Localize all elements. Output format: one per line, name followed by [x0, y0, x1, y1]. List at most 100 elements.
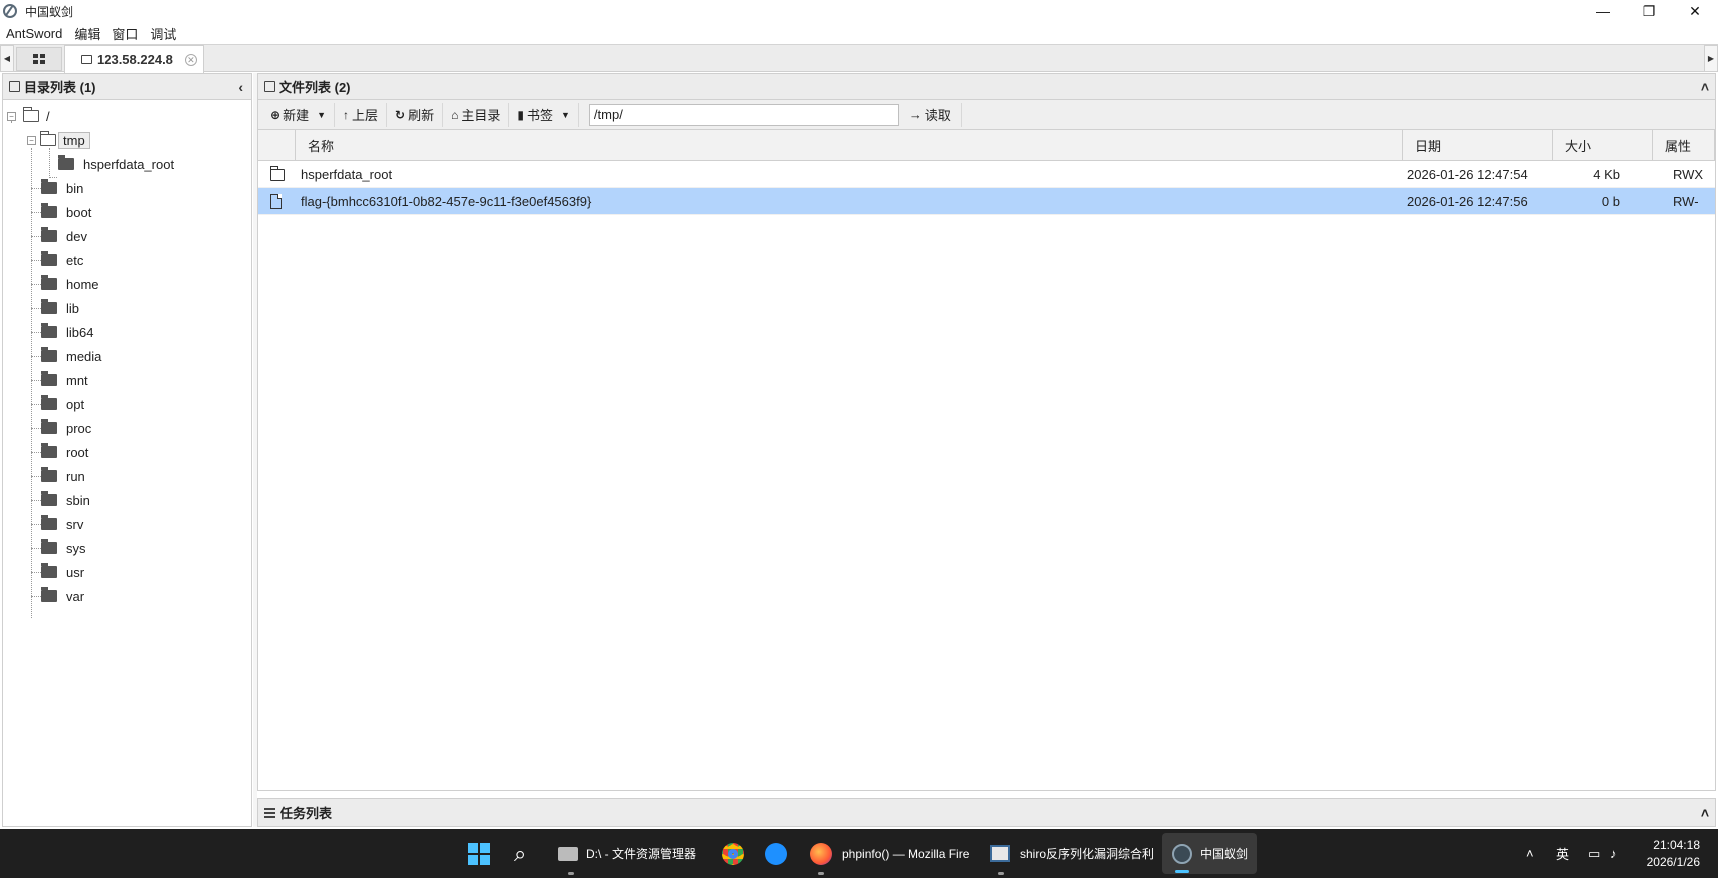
column-header-date[interactable]: 日期	[1403, 130, 1553, 161]
folder-icon	[41, 587, 57, 602]
tree-item-root[interactable]: − /	[3, 104, 251, 128]
tree-item-var[interactable]: var	[3, 584, 251, 608]
tree-item-label: bin	[66, 180, 84, 196]
tree-item-srv[interactable]: srv	[3, 512, 251, 536]
folder-icon	[81, 55, 92, 64]
chevron-left-icon[interactable]: ‹	[238, 79, 243, 95]
column-header-name[interactable]: 名称	[296, 130, 1403, 161]
close-button[interactable]: ✕	[1672, 0, 1718, 22]
grid-icon	[33, 54, 45, 64]
menu-bar: AntSword 编辑 窗口 调试	[0, 22, 1718, 44]
caret-down-icon: ▼	[317, 109, 326, 120]
taskbar-app-explorer[interactable]: D:\ - 文件资源管理器	[558, 829, 696, 878]
taskbar-app-antsword[interactable]: 中国蚁剑	[1162, 833, 1257, 874]
taskbar-app-label: D:\ - 文件资源管理器	[586, 847, 696, 861]
taskbar-app-shiro-tool[interactable]: shiro反序列化漏洞综合利	[990, 829, 1154, 878]
search-button[interactable]: ⌕	[514, 829, 526, 878]
tab-scroll-left-button[interactable]: ◀	[0, 45, 14, 72]
file-grid-header: 名称 日期 大小 属性	[258, 130, 1715, 161]
tree-item-etc[interactable]: etc	[3, 248, 251, 272]
menu-window[interactable]: 窗口	[112, 24, 138, 43]
home-dir-button-label: 主目录	[461, 108, 501, 123]
taskbar-app-firefox[interactable]: phpinfo() — Mozilla Fire	[810, 829, 969, 878]
new-button-label: 新建	[283, 108, 310, 123]
input-method-indicator[interactable]: 英	[1556, 829, 1569, 878]
tree-item-dev[interactable]: dev	[3, 224, 251, 248]
folder-icon	[41, 227, 57, 242]
firefox-icon	[810, 842, 832, 865]
tree-item-home[interactable]: home	[3, 272, 251, 296]
menu-edit[interactable]: 编辑	[74, 24, 100, 43]
file-row[interactable]: flag-{bmhcc6310f1-0b82-457e-9c11-f3e0ef4…	[258, 188, 1715, 215]
file-attr-cell: RWX	[1673, 167, 1704, 182]
tree-item-label: srv	[66, 516, 84, 532]
tree-item-boot[interactable]: boot	[3, 200, 251, 224]
chevron-up-icon[interactable]: ˄	[1701, 805, 1709, 821]
tree-item-usr[interactable]: usr	[3, 560, 251, 584]
tree-item-mnt[interactable]: mnt	[3, 368, 251, 392]
tab-home[interactable]	[16, 47, 62, 71]
taskbar-app-label: 中国蚁剑	[1200, 847, 1249, 861]
tree-item-sbin[interactable]: sbin	[3, 488, 251, 512]
folder-icon	[41, 323, 57, 338]
folder-icon	[41, 443, 57, 458]
tree-item-label: proc	[66, 420, 92, 436]
arrow-right-icon: →	[908, 107, 922, 122]
minimize-button[interactable]: —	[1580, 0, 1626, 22]
tree-item-opt[interactable]: opt	[3, 392, 251, 416]
taskbar-app-browser[interactable]	[765, 829, 787, 878]
up-level-button-label: 上层	[352, 108, 379, 123]
read-button[interactable]: → 读取	[899, 102, 962, 127]
tree-item-run[interactable]: run	[3, 464, 251, 488]
folder-icon	[41, 467, 57, 482]
tab-connection-label: 123.58.224.8	[97, 52, 173, 67]
path-input[interactable]	[588, 103, 899, 126]
up-level-button[interactable]: ↑ 上层	[335, 102, 388, 127]
tab-scroll-right-button[interactable]: ▶	[1704, 45, 1718, 72]
refresh-button[interactable]: ↻ 刷新	[387, 102, 444, 127]
tree-item-label: root	[66, 444, 89, 460]
restore-button[interactable]: ❐	[1626, 0, 1672, 22]
tree-item-root[interactable]: root	[3, 440, 251, 464]
volume-icon[interactable]: ♪	[1610, 829, 1617, 878]
tab-close-icon[interactable]: ✕	[184, 53, 197, 66]
tree-item-lib[interactable]: lib	[3, 296, 251, 320]
tree-item-hsperfdata-root[interactable]: hsperfdata_root	[3, 152, 251, 176]
file-date-cell: 2026-01-26 12:47:54	[1407, 167, 1528, 182]
tab-connection[interactable]: 123.58.224.8 ✕	[64, 45, 204, 73]
caret-down-icon: ▼	[560, 109, 570, 120]
column-header-size[interactable]: 大小	[1553, 130, 1653, 161]
chevron-up-icon[interactable]: ˄	[1701, 79, 1709, 95]
menu-antsword[interactable]: AntSword	[6, 26, 62, 41]
column-header-attr[interactable]: 属性	[1653, 130, 1715, 161]
tree-item-media[interactable]: media	[3, 344, 251, 368]
antsword-logo-icon	[3, 4, 17, 18]
tree-item-label: sys	[66, 540, 86, 556]
tree-item-label: boot	[66, 204, 92, 220]
system-clock[interactable]: 21:04:18 2026/1/26	[1647, 837, 1700, 871]
tree-item-bin[interactable]: bin	[3, 176, 251, 200]
bookmark-button[interactable]: ▮ 书签 ▼	[509, 102, 579, 127]
file-grid-body: hsperfdata_root 2026-01-26 12:47:54 4 Kb RW…	[258, 161, 1715, 215]
folder-icon	[41, 299, 57, 314]
tree-item-proc[interactable]: proc	[3, 416, 251, 440]
collapse-toggle-icon[interactable]: −	[27, 135, 36, 145]
menu-debug[interactable]: 调试	[150, 24, 176, 43]
tree-item-label: dev	[66, 228, 87, 244]
folder-open-icon	[40, 131, 56, 146]
file-row[interactable]: hsperfdata_root 2026-01-26 12:47:54 4 Kb RW…	[258, 161, 1715, 188]
tree-item-sys[interactable]: sys	[3, 536, 251, 560]
tree-item-lib64[interactable]: lib64	[3, 320, 251, 344]
tray-overflow-button[interactable]: ˄	[1526, 829, 1534, 878]
network-icon[interactable]: ▭	[1588, 829, 1600, 878]
start-button[interactable]	[468, 829, 490, 878]
new-button[interactable]: ⊕ 新建 ▼	[262, 102, 335, 127]
list-icon	[264, 807, 275, 818]
plus-circle-icon: ⊕	[270, 107, 281, 122]
taskbar-app-chrome[interactable]	[722, 829, 744, 878]
folder-icon	[270, 165, 285, 181]
home-dir-button[interactable]: ⌂ 主目录	[443, 102, 510, 127]
tree-item-tmp[interactable]: − tmp	[3, 128, 251, 152]
folder-icon	[41, 179, 57, 194]
file-name-cell: hsperfdata_root	[301, 167, 393, 182]
